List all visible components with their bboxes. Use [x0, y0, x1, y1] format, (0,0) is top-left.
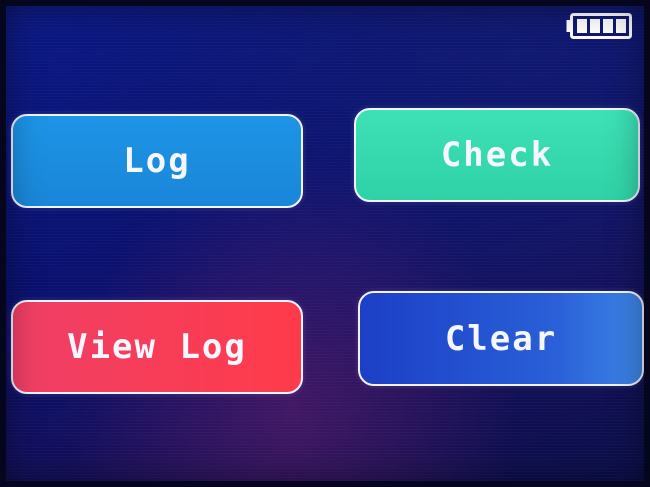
log-button-label: Log — [123, 141, 191, 181]
check-button-label: Check — [440, 135, 554, 175]
log-button[interactable]: Log — [11, 114, 303, 208]
battery-full-icon — [566, 13, 632, 39]
scanline-overlay — [0, 0, 650, 487]
view-log-button-label: View Log — [67, 327, 247, 367]
view-log-button[interactable]: View Log — [11, 300, 303, 394]
check-button[interactable]: Check — [354, 108, 640, 202]
device-screen: Log Check View Log Clear — [0, 0, 650, 487]
clear-button[interactable]: Clear — [358, 291, 644, 386]
clear-button-label: Clear — [444, 318, 558, 359]
